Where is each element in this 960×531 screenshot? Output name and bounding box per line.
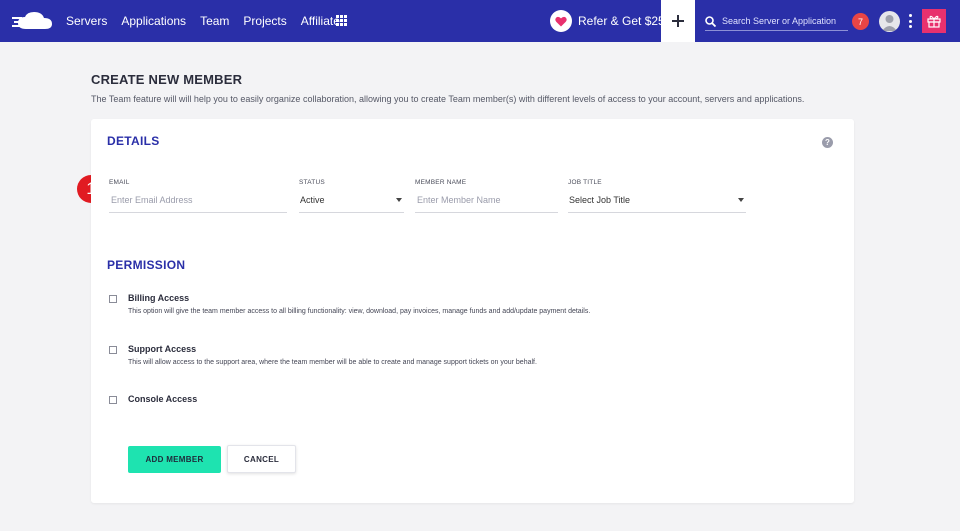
status-value: Active <box>300 194 325 205</box>
billing-access-description: This option will give the team member ac… <box>128 308 591 315</box>
logo-icon[interactable] <box>12 9 54 33</box>
console-access-title: Console Access <box>128 394 198 404</box>
notification-badge[interactable]: 7 <box>852 13 869 30</box>
user-avatar-icon[interactable] <box>879 11 900 32</box>
email-field-group: EMAIL <box>109 179 287 213</box>
details-section-title: DETAILS <box>107 134 160 148</box>
member-name-field[interactable] <box>415 194 558 205</box>
console-access-checkbox[interactable] <box>109 396 117 404</box>
help-icon[interactable]: ? <box>822 137 833 148</box>
add-new-button[interactable] <box>661 0 695 42</box>
permission-section-title: PERMISSION <box>107 258 186 272</box>
billing-access-title: Billing Access <box>128 293 190 303</box>
status-label: STATUS <box>299 179 325 186</box>
email-label: EMAIL <box>109 179 130 186</box>
job-title-label: JOB TITLE <box>568 179 602 186</box>
support-access-description: This will allow access to the support ar… <box>128 359 537 366</box>
email-field[interactable] <box>109 194 287 205</box>
caret-down-icon <box>738 197 744 202</box>
create-member-card: DETAILS ? EMAIL STATUS Active MEMBER NAM… <box>91 119 854 503</box>
status-select[interactable]: Active <box>299 187 404 213</box>
nav-item-team[interactable]: Team <box>200 14 229 28</box>
status-field-group: STATUS Active <box>299 179 404 213</box>
top-nav-bar: Servers Applications Team Projects Affil… <box>0 0 960 42</box>
page-title: CREATE NEW MEMBER <box>91 72 243 87</box>
support-access-title: Support Access <box>128 344 197 354</box>
member-name-field-group: MEMBER NAME <box>415 179 558 213</box>
kebab-menu-icon[interactable] <box>907 14 913 28</box>
main-nav: Servers Applications Team Projects Affil… <box>66 0 340 42</box>
billing-access-checkbox[interactable] <box>109 295 117 303</box>
job-title-select[interactable]: Select Job Title <box>568 187 746 213</box>
plus-icon <box>672 15 684 27</box>
search-input[interactable] <box>722 16 842 26</box>
apps-grid-icon[interactable] <box>336 15 347 26</box>
support-access-checkbox[interactable] <box>109 346 117 354</box>
nav-item-affiliate[interactable]: Affiliate <box>301 14 340 28</box>
member-name-underline <box>415 187 558 213</box>
member-name-label: MEMBER NAME <box>415 179 467 186</box>
gift-icon[interactable] <box>922 9 946 33</box>
caret-down-icon <box>396 197 402 202</box>
refer-button[interactable]: Refer & Get $25 <box>550 9 665 33</box>
search-icon <box>705 15 716 27</box>
nav-item-applications[interactable]: Applications <box>121 14 186 28</box>
nav-item-servers[interactable]: Servers <box>66 14 107 28</box>
job-title-field-group: JOB TITLE Select Job Title <box>568 179 746 213</box>
search-bar <box>705 12 848 31</box>
refer-label: Refer & Get $25 <box>578 14 665 28</box>
cancel-button[interactable]: CANCEL <box>227 445 296 473</box>
email-field-underline <box>109 187 287 213</box>
job-title-value: Select Job Title <box>569 194 631 205</box>
heart-icon <box>550 10 572 32</box>
add-member-button[interactable]: ADD MEMBER <box>128 446 221 473</box>
nav-item-projects[interactable]: Projects <box>243 14 286 28</box>
page-description: The Team feature will will help you to e… <box>91 94 805 104</box>
